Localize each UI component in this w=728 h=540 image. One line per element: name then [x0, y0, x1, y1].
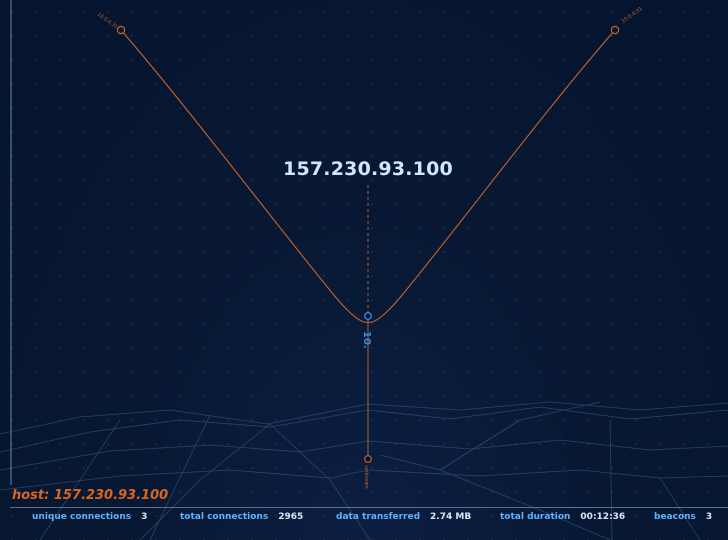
bottom-node-label: unknown — [363, 466, 369, 489]
stat-beacons: beacons 3 — [654, 512, 712, 522]
stat-label: unique connections — [32, 512, 132, 522]
source-node[interactable] — [364, 312, 372, 320]
stat-total-connections: total connections 2965 — [180, 512, 303, 522]
stat-label: data transferred — [336, 512, 421, 522]
graph-canvas: 10.0.0.31 10.0.0.31 10. unknown — [0, 0, 728, 540]
bottom-node[interactable] — [364, 455, 372, 463]
host-summary-label: host: 157.230.93.100 — [12, 488, 169, 503]
stat-label: beacons — [654, 512, 696, 522]
stat-value: 3 — [705, 512, 713, 522]
right-peer-node[interactable] — [610, 25, 620, 35]
center-host-label: 157.230.93.100 — [283, 158, 453, 180]
stat-value: 3 — [141, 512, 148, 522]
stat-total-duration: total duration 00:12:36 — [500, 512, 625, 522]
stat-value: 00:12:36 — [580, 512, 626, 522]
stat-value: 2.74 MB — [430, 512, 472, 522]
stat-label: total duration — [500, 512, 571, 522]
source-node-label: 10. — [361, 331, 372, 349]
connection-graph-view: 10.0.0.31 10.0.0.31 10. unknown 157.230.… — [0, 0, 728, 540]
left-peer-node[interactable] — [116, 25, 126, 35]
dot-grid-background — [0, 0, 728, 540]
stat-data-transferred: data transferred 2.74 MB — [336, 512, 471, 522]
stats-divider — [10, 507, 728, 508]
stat-value: 2965 — [278, 512, 304, 522]
stat-label: total connections — [180, 512, 269, 522]
stat-unique-connections: unique connections 3 — [32, 512, 147, 522]
